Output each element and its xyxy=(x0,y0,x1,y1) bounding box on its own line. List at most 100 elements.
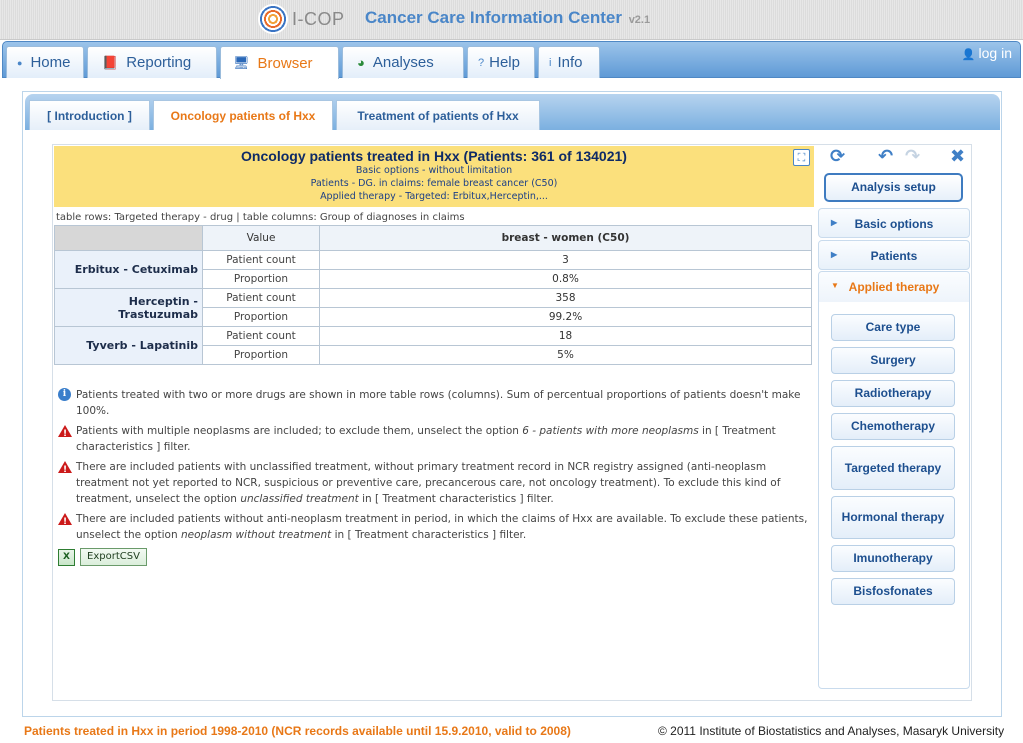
note-option-name: neoplasm without treatment xyxy=(180,529,332,541)
nav-tab-label: Help xyxy=(489,54,520,71)
therapy-option-imunotherapy[interactable]: Imunotherapy xyxy=(831,545,955,572)
table-description: table rows: Targeted therapy - drug | ta… xyxy=(56,212,465,223)
excel-icon[interactable]: X xyxy=(58,548,75,566)
nav-tab-info[interactable]: i Info xyxy=(538,46,600,78)
drug-name: Erbitux - Cetuximab xyxy=(54,250,203,289)
metric-label: Patient count xyxy=(202,288,320,308)
report-subtitle: Applied therapy - Targeted: Erbitux,Herc… xyxy=(320,191,548,202)
table-row: Erbitux - Cetuximab Patient count 3 xyxy=(54,250,812,289)
login-link[interactable]: 👤 log in xyxy=(962,45,1012,61)
app-title-text: Cancer Care Information Center xyxy=(365,8,622,27)
metric-label: Proportion xyxy=(202,269,320,289)
report-title: Oncology patients treated in Hxx (Patien… xyxy=(241,148,627,164)
info-circle-icon: i xyxy=(58,388,71,401)
tool-icons: ⟳ ↶ ↷ ✖ xyxy=(830,146,975,168)
subtab-introduction[interactable]: [ Introduction ] xyxy=(29,100,150,130)
bullet-icon: ● xyxy=(17,57,23,68)
therapy-option-chemotherapy[interactable]: Chemotherapy xyxy=(831,413,955,440)
patient-count-value: 18 xyxy=(319,326,812,346)
refresh-icon[interactable]: ⟳ xyxy=(830,146,845,167)
report-subtitle: Patients - DG. in claims: female breast … xyxy=(310,178,558,189)
export-area: X ExportCSV xyxy=(58,548,147,566)
proportion-value: 99.2% xyxy=(319,307,812,327)
accordion-label: Basic options xyxy=(854,217,934,231)
sub-navigation: [ Introduction ] Oncology patients of Hx… xyxy=(25,94,1000,130)
nav-tab-analyses[interactable]: ◕ Analyses xyxy=(342,46,464,78)
nav-tab-label: Home xyxy=(30,54,71,71)
subtab-label: Treatment of patients of Hxx xyxy=(357,108,519,123)
warning-note: There are included patients with unclass… xyxy=(56,459,812,507)
note-text: in [ Treatment characteristics ] filter. xyxy=(358,493,554,505)
note-option-name: 6 - patients with more neoplasms xyxy=(522,425,699,437)
accordion-header[interactable]: ▼ Applied therapy xyxy=(819,272,969,302)
export-csv-button[interactable]: ExportCSV xyxy=(80,548,147,566)
table-corner xyxy=(54,225,203,251)
accordion-label: Patients xyxy=(870,249,918,263)
nav-tab-home[interactable]: ● Home xyxy=(6,46,84,78)
table-row: Herceptin - Trastuzumab Patient count 35… xyxy=(54,288,812,327)
table-row: Tyverb - Lapatinib Patient count 18 xyxy=(54,326,812,365)
drug-name: Tyverb - Lapatinib xyxy=(54,326,203,365)
therapy-option-hormonal[interactable]: Hormonal therapy xyxy=(831,496,955,539)
nav-tab-browser[interactable]: 🖥 Browser xyxy=(220,46,339,79)
warning-icon xyxy=(58,512,72,530)
warning-note: Patients with multiple neoplasms are inc… xyxy=(56,423,812,455)
metric-label: Proportion xyxy=(202,345,320,365)
warning-note: There are included patients without anti… xyxy=(56,511,812,543)
close-icon[interactable]: ✖ xyxy=(950,146,965,167)
logo-mark-icon xyxy=(258,4,288,34)
subtab-label: [ Introduction ] xyxy=(47,108,132,123)
note-option-name: unclassified treatment xyxy=(240,493,359,505)
accordion-basic-options[interactable]: ▶ Basic options xyxy=(818,208,970,238)
logo-text: I-COP xyxy=(292,8,345,29)
table-header-row: Value breast - women (C50) xyxy=(54,225,812,251)
proportion-value: 0.8% xyxy=(319,269,812,289)
therapy-option-targeted[interactable]: Targeted therapy xyxy=(831,446,955,490)
accordion-patients[interactable]: ▶ Patients xyxy=(818,240,970,270)
warning-icon xyxy=(58,424,72,442)
undo-icon[interactable]: ↶ xyxy=(878,146,893,167)
subtab-oncology-patients[interactable]: Oncology patients of Hxx xyxy=(153,100,333,130)
note-text: Patients treated with two or more drugs … xyxy=(76,389,801,417)
book-icon: 📕 xyxy=(102,54,119,70)
user-icon: 👤 xyxy=(961,49,976,61)
therapy-option-radiotherapy[interactable]: Radiotherapy xyxy=(831,380,955,407)
note-text: Patients with multiple neoplasms are inc… xyxy=(76,425,523,437)
value-column-header: Value xyxy=(202,225,320,251)
footer-copyright: © 2011 Institute of Biostatistics and An… xyxy=(658,724,1005,738)
metric-label: Proportion xyxy=(202,307,320,327)
patient-count-value: 358 xyxy=(319,288,812,308)
nav-tab-reporting[interactable]: 📕 Reporting xyxy=(87,46,217,78)
subtab-treatment-patients[interactable]: Treatment of patients of Hxx xyxy=(336,100,540,130)
top-header: I-COP Cancer Care Information Center v2.… xyxy=(0,0,1023,40)
info-icon: i xyxy=(549,56,552,69)
nav-tab-label: Info xyxy=(557,54,583,71)
question-icon: ? xyxy=(478,56,485,69)
metric-label: Patient count xyxy=(202,326,320,346)
redo-icon[interactable]: ↷ xyxy=(905,146,920,167)
nav-tab-help[interactable]: ? Help xyxy=(467,46,535,78)
login-label: log in xyxy=(978,45,1012,61)
patient-count-value: 3 xyxy=(319,250,812,270)
app-version: v2.1 xyxy=(628,14,651,26)
footer-period-note: Patients treated in Hxx in period 1998-2… xyxy=(24,724,571,738)
notes-list: i Patients treated with two or more drug… xyxy=(56,387,812,547)
proportion-value: 5% xyxy=(319,345,812,365)
therapy-option-bisfosfonates[interactable]: Bisfosfonates xyxy=(831,578,955,605)
subtab-label: Oncology patients of Hxx xyxy=(170,108,316,123)
metric-label: Patient count xyxy=(202,250,320,270)
accordion-label: Applied therapy xyxy=(848,280,940,294)
chart-icon: ◕ xyxy=(357,55,365,70)
therapy-option-surgery[interactable]: Surgery xyxy=(831,347,955,374)
app-title: Cancer Care Information Center v2.1 xyxy=(365,8,650,28)
diagnosis-column-header: breast - women (C50) xyxy=(319,225,812,251)
therapy-option-care-type[interactable]: Care type xyxy=(831,314,955,341)
report-subtitle: Basic options - without limitation xyxy=(355,165,513,176)
expand-icon[interactable]: ⛶ xyxy=(793,149,810,166)
note-text: in [ Treatment characteristics ] filter. xyxy=(331,529,527,541)
warning-icon xyxy=(58,460,72,478)
analysis-setup-button[interactable]: Analysis setup xyxy=(824,173,963,202)
logo: I-COP xyxy=(258,3,345,35)
report-title-box: Oncology patients treated in Hxx (Patien… xyxy=(54,146,814,207)
nav-tab-label: Browser xyxy=(257,54,313,72)
